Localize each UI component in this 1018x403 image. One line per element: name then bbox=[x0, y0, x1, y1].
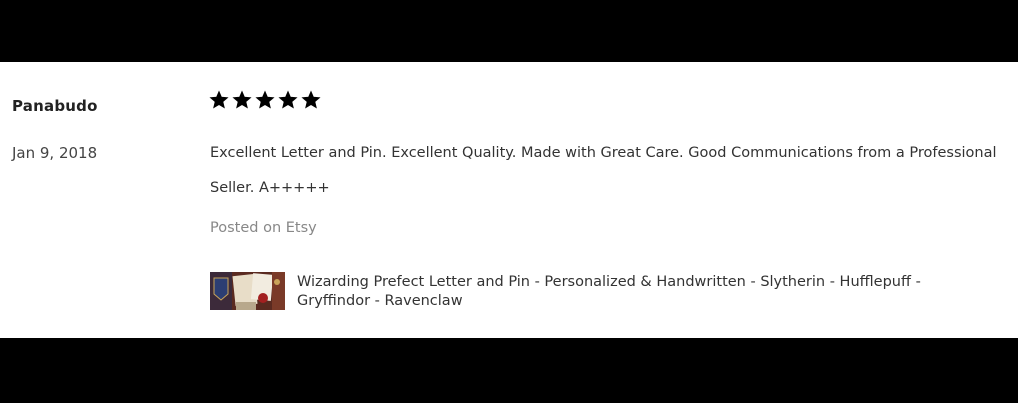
star-icon bbox=[301, 90, 321, 110]
star-icon bbox=[209, 90, 229, 110]
letterbox-bottom bbox=[0, 338, 1018, 403]
listing-title[interactable]: Wizarding Prefect Letter and Pin - Perso… bbox=[297, 273, 997, 311]
review-card: Panabudo Jan 9, 2018 Excellent Letter an… bbox=[0, 62, 1018, 338]
star-rating bbox=[209, 90, 321, 110]
star-icon bbox=[232, 90, 252, 110]
listing-link[interactable]: Wizarding Prefect Letter and Pin - Perso… bbox=[210, 272, 997, 311]
star-icon bbox=[278, 90, 298, 110]
product-thumbnail-icon[interactable] bbox=[210, 272, 285, 310]
reviewer-name[interactable]: Panabudo bbox=[12, 97, 98, 115]
star-icon bbox=[255, 90, 275, 110]
letterbox-top bbox=[0, 0, 1018, 62]
review-date: Jan 9, 2018 bbox=[12, 144, 98, 162]
review-source: Posted on Etsy bbox=[210, 220, 317, 236]
review-text: Excellent Letter and Pin. Excellent Qual… bbox=[210, 145, 997, 196]
